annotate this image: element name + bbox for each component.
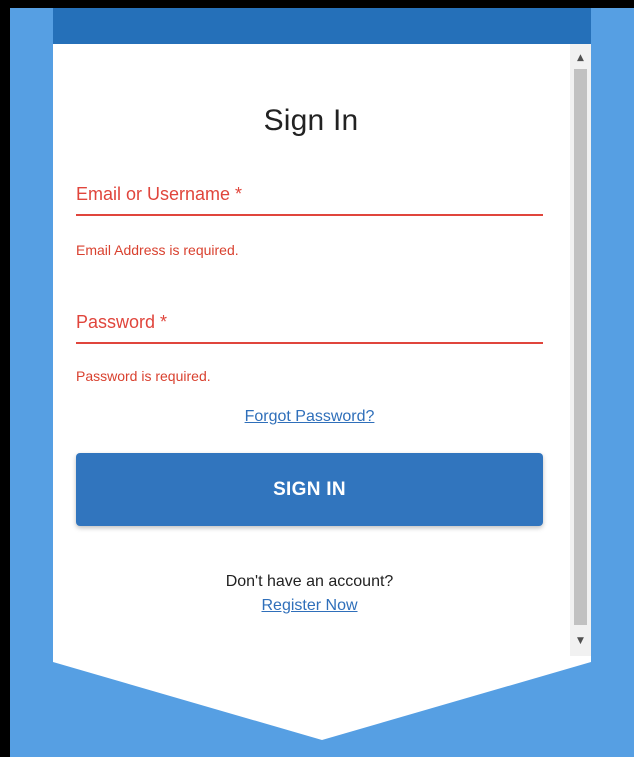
forgot-password-link[interactable]: Forgot Password? xyxy=(76,408,543,426)
scroll-up-icon[interactable]: ▲ xyxy=(570,50,591,67)
scroll-down-icon[interactable]: ▼ xyxy=(570,633,591,650)
vertical-scrollbar[interactable]: ▲ ▼ xyxy=(570,44,591,656)
scrollbar-thumb[interactable] xyxy=(574,69,587,625)
no-account-text: Don't have an account? xyxy=(225,573,394,590)
sign-in-button[interactable]: SIGN IN xyxy=(76,453,543,526)
email-field[interactable]: Email or Username * xyxy=(76,182,547,216)
card-header-bar xyxy=(53,8,591,44)
page-background: Sign In Email or Username * Email Addres… xyxy=(10,8,634,757)
sign-in-card: Sign In Email or Username * Email Addres… xyxy=(53,44,591,656)
page-title: Sign In xyxy=(263,104,359,137)
email-input[interactable] xyxy=(76,182,547,214)
email-error-message: Email Address is required. xyxy=(76,242,239,258)
password-input[interactable] xyxy=(76,310,547,342)
email-field-underline xyxy=(76,214,543,216)
password-error-message: Password is required. xyxy=(76,368,211,384)
register-now-link[interactable]: Register Now xyxy=(76,597,543,615)
password-field-underline xyxy=(76,342,543,344)
password-field[interactable]: Password * xyxy=(76,310,547,344)
